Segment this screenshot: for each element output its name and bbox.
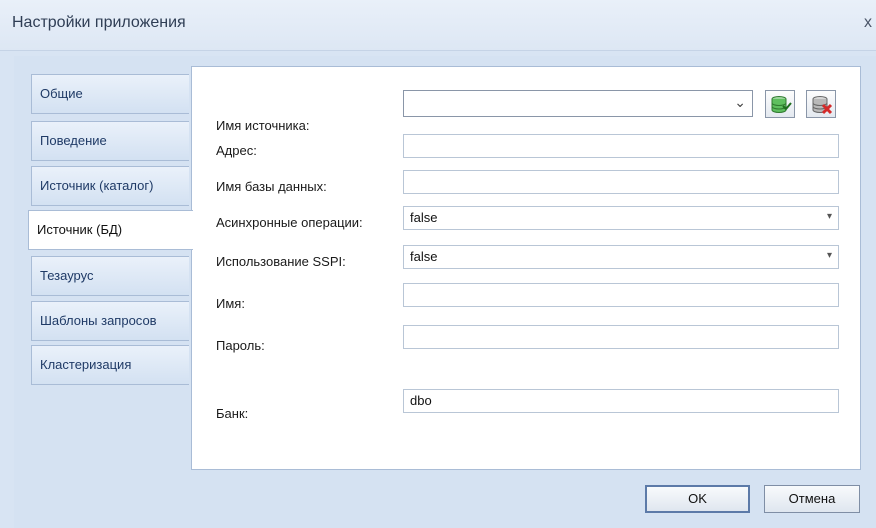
tab-clustering[interactable]: Кластеризация bbox=[31, 345, 189, 385]
password-label: Пароль: bbox=[216, 338, 265, 353]
tab-thesaurus[interactable]: Тезаурус bbox=[31, 256, 189, 296]
delete-database-button[interactable] bbox=[806, 90, 836, 118]
source-name-combo[interactable]: ⌄ bbox=[403, 90, 753, 117]
window-title: Настройки приложения bbox=[12, 14, 186, 31]
database-delete-icon bbox=[812, 96, 833, 115]
database-add-icon bbox=[771, 96, 792, 113]
chevron-down-icon[interactable]: ⌄ bbox=[734, 94, 746, 111]
tab-source-db[interactable]: Источник (БД) bbox=[28, 210, 193, 250]
cancel-button[interactable]: Отмена bbox=[764, 485, 860, 513]
tab-source-catalog[interactable]: Источник (каталог) bbox=[31, 166, 189, 206]
address-label: Адрес: bbox=[216, 143, 257, 158]
async-ops-label: Асинхронные операции: bbox=[216, 215, 363, 230]
user-name-label: Имя: bbox=[216, 296, 245, 311]
source-name-label: Имя источника: bbox=[216, 118, 310, 133]
address-input[interactable] bbox=[403, 134, 839, 158]
dropdown-arrow-icon[interactable]: ▾ bbox=[827, 250, 832, 261]
tab-general[interactable]: Общие bbox=[31, 74, 189, 114]
add-database-button[interactable] bbox=[765, 90, 795, 118]
tab-behavior[interactable]: Поведение bbox=[31, 121, 189, 161]
tab-query-templates[interactable]: Шаблоны запросов bbox=[31, 301, 189, 341]
password-input[interactable] bbox=[403, 325, 839, 349]
async-ops-value: false bbox=[410, 210, 438, 225]
bank-input[interactable]: dbo bbox=[403, 389, 839, 413]
db-name-input[interactable] bbox=[403, 170, 839, 194]
close-icon[interactable]: x bbox=[864, 14, 872, 32]
db-name-label: Имя базы данных: bbox=[216, 179, 327, 194]
sspi-label: Использование SSPI: bbox=[216, 254, 346, 269]
async-ops-select[interactable]: false ▾ bbox=[403, 206, 839, 230]
settings-window: Настройки приложения x Общие Поведение И… bbox=[0, 0, 876, 528]
user-name-input[interactable] bbox=[403, 283, 839, 307]
bank-label: Банк: bbox=[216, 406, 249, 421]
title-bar: Настройки приложения x bbox=[0, 0, 876, 51]
dropdown-arrow-icon[interactable]: ▾ bbox=[827, 211, 832, 222]
ok-button[interactable]: OK bbox=[645, 485, 750, 513]
sspi-select[interactable]: false ▾ bbox=[403, 245, 839, 269]
sspi-value: false bbox=[410, 249, 438, 264]
